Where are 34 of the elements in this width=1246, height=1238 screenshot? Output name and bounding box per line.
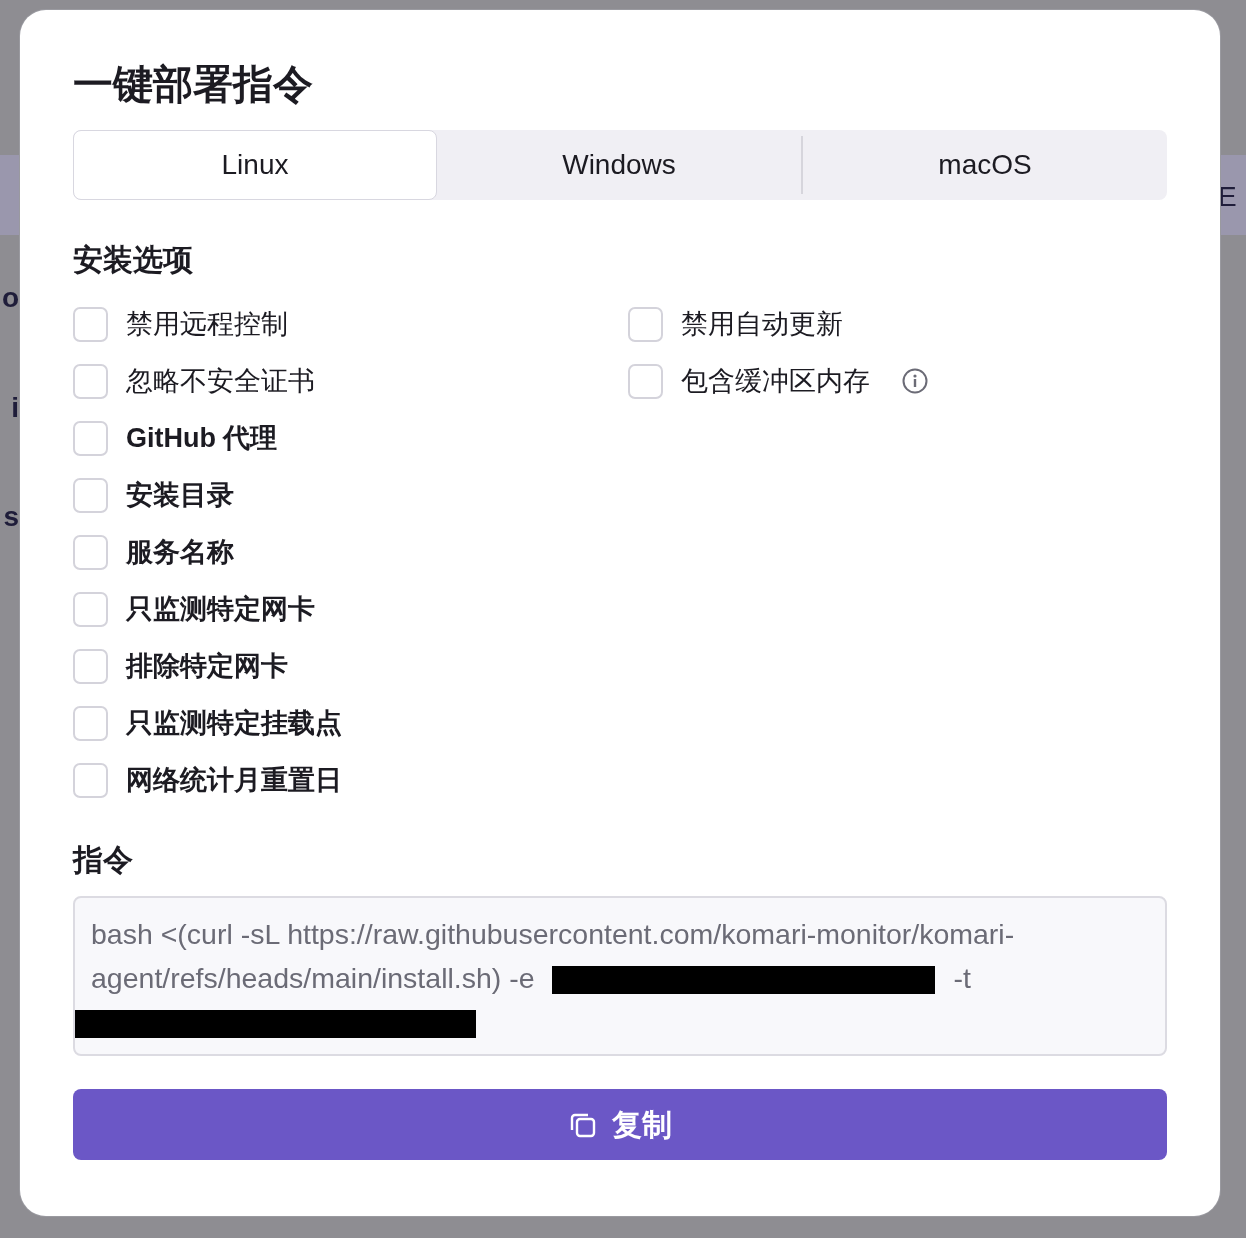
option-label: 包含缓冲区内存 (681, 364, 870, 398)
checkbox[interactable] (628, 363, 663, 399)
option-label: 只监测特定挂载点 (126, 706, 342, 740)
command-text: bash <(curl -sL https://raw.githubusercontent.com/komari-monitor/komari-agent/refs/heads/main/install.sh) -e -t (73, 896, 1167, 1056)
checkbox[interactable] (73, 534, 108, 570)
section-heading: 安装选项 (73, 242, 194, 278)
option-label: 网络统计月重置日 (126, 763, 342, 797)
tab[interactable]: Windows (437, 130, 801, 200)
dialog-title: 一键部署指令 (73, 61, 314, 108)
option-label: 忽略不安全证书 (126, 364, 315, 398)
tab[interactable]: macOS (803, 130, 1167, 200)
checkbox[interactable] (73, 762, 108, 798)
background-text: s (3, 503, 19, 531)
checkbox[interactable] (628, 306, 663, 342)
checkbox[interactable] (73, 306, 108, 342)
option-label: GitHub 代理 (126, 421, 278, 455)
checkbox[interactable] (73, 648, 108, 684)
option-label: 安装目录 (126, 478, 234, 512)
option-label: 服务名称 (126, 535, 234, 569)
tab[interactable]: Linux (73, 130, 437, 200)
checkbox[interactable] (73, 363, 108, 399)
checkbox[interactable] (73, 420, 108, 456)
copy-button[interactable]: 复制 (73, 1089, 1167, 1160)
background-text: i (11, 394, 19, 422)
checkbox[interactable] (73, 591, 108, 627)
option-label: 禁用自动更新 (681, 307, 843, 341)
option-label: 排除特定网卡 (126, 649, 288, 683)
section-heading: 指令 (73, 842, 134, 878)
background-text: o (1, 284, 19, 312)
checkbox[interactable] (73, 705, 108, 741)
option-label: 禁用远程控制 (126, 307, 288, 341)
info-icon[interactable] (902, 368, 928, 394)
checkbox[interactable] (73, 477, 108, 513)
option-label: 只监测特定网卡 (126, 592, 315, 626)
